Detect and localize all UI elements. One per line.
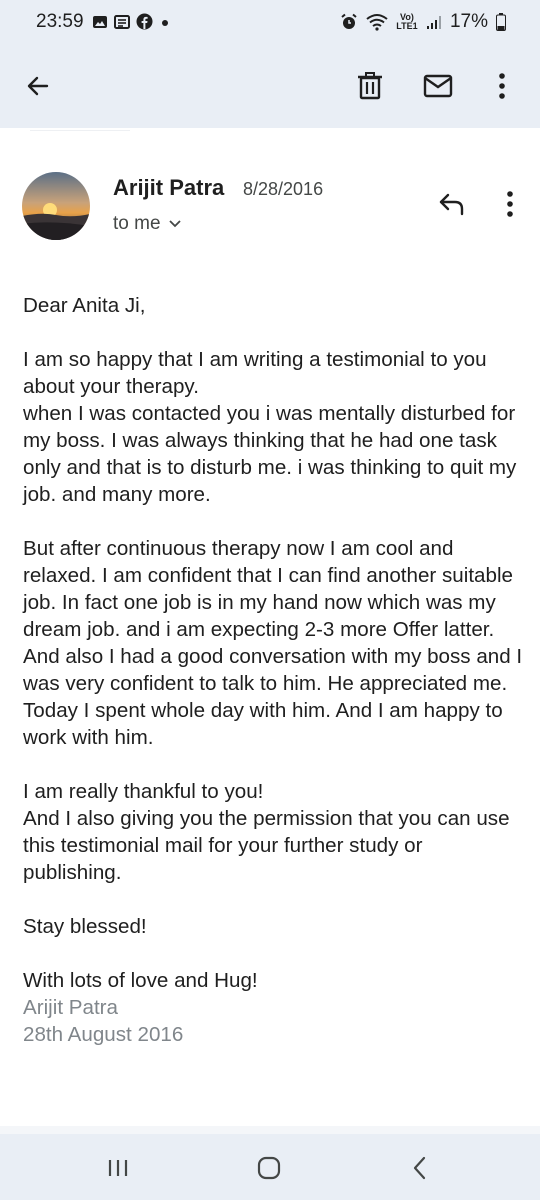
sunset-avatar-image (22, 172, 90, 240)
delete-button[interactable] (350, 66, 390, 106)
back-arrow-icon (27, 76, 49, 96)
body-paragraph: But after continuous therapy now I am co… (23, 537, 523, 749)
system-status: Vo) LTE1 17% (340, 11, 506, 33)
facebook-icon (136, 13, 153, 30)
signature-date: 28th August 2016 (23, 1023, 184, 1046)
trash-icon (358, 72, 382, 100)
body-paragraph: I am so happy that I am writing a testim… (23, 348, 517, 506)
message-more-button[interactable] (492, 186, 528, 222)
news-icon (114, 14, 130, 29)
battery-percent: 17% (449, 11, 488, 32)
recents-button[interactable] (96, 1146, 140, 1190)
recipient-details-toggle[interactable]: to me (113, 213, 181, 235)
divider (0, 1126, 540, 1134)
back-button[interactable] (18, 66, 58, 106)
sender-name: Arijit Patra (113, 175, 225, 200)
dot-icon (162, 19, 168, 26)
mark-unread-button[interactable] (418, 66, 458, 106)
recents-icon (108, 1160, 128, 1176)
status-time: 23:59 (36, 11, 84, 32)
reply-icon (439, 193, 464, 216)
back-icon (413, 1156, 426, 1180)
system-back-button[interactable] (398, 1146, 442, 1190)
alarm-icon (341, 13, 357, 29)
more-vert-icon (499, 73, 505, 99)
reply-button[interactable] (432, 186, 472, 222)
greeting: Dear Anita Ji, (23, 294, 146, 317)
email-toolbar (0, 44, 540, 128)
system-nav-bar (0, 1134, 540, 1200)
signature-name: Arijit Patra (23, 996, 118, 1019)
sender-avatar[interactable] (22, 172, 90, 240)
home-button[interactable] (247, 1146, 291, 1190)
network-label: Vo) LTE1 (396, 12, 418, 31)
closing: With lots of love and Hug! (23, 969, 258, 992)
gallery-icon (93, 15, 107, 28)
email-date: 8/28/2016 (243, 179, 324, 199)
blessing: Stay blessed! (23, 915, 147, 938)
status-bar: 23:59 Vo) LTE1 17% (0, 0, 540, 44)
wifi-icon (366, 14, 388, 31)
more-options-button[interactable] (482, 66, 522, 106)
chevron-down-icon (168, 220, 181, 228)
battery-icon (496, 13, 506, 31)
home-icon (257, 1156, 281, 1180)
body-paragraph: I am really thankful to you! And I also … (23, 780, 510, 884)
mail-icon (423, 74, 453, 98)
notification-icons (92, 13, 171, 30)
divider (30, 130, 130, 131)
recipient-label: to me (113, 213, 161, 234)
email-body: Dear Anita Ji, I am so happy that I am w… (23, 292, 523, 1048)
more-vert-icon (507, 191, 513, 217)
signal-icon (426, 16, 441, 29)
